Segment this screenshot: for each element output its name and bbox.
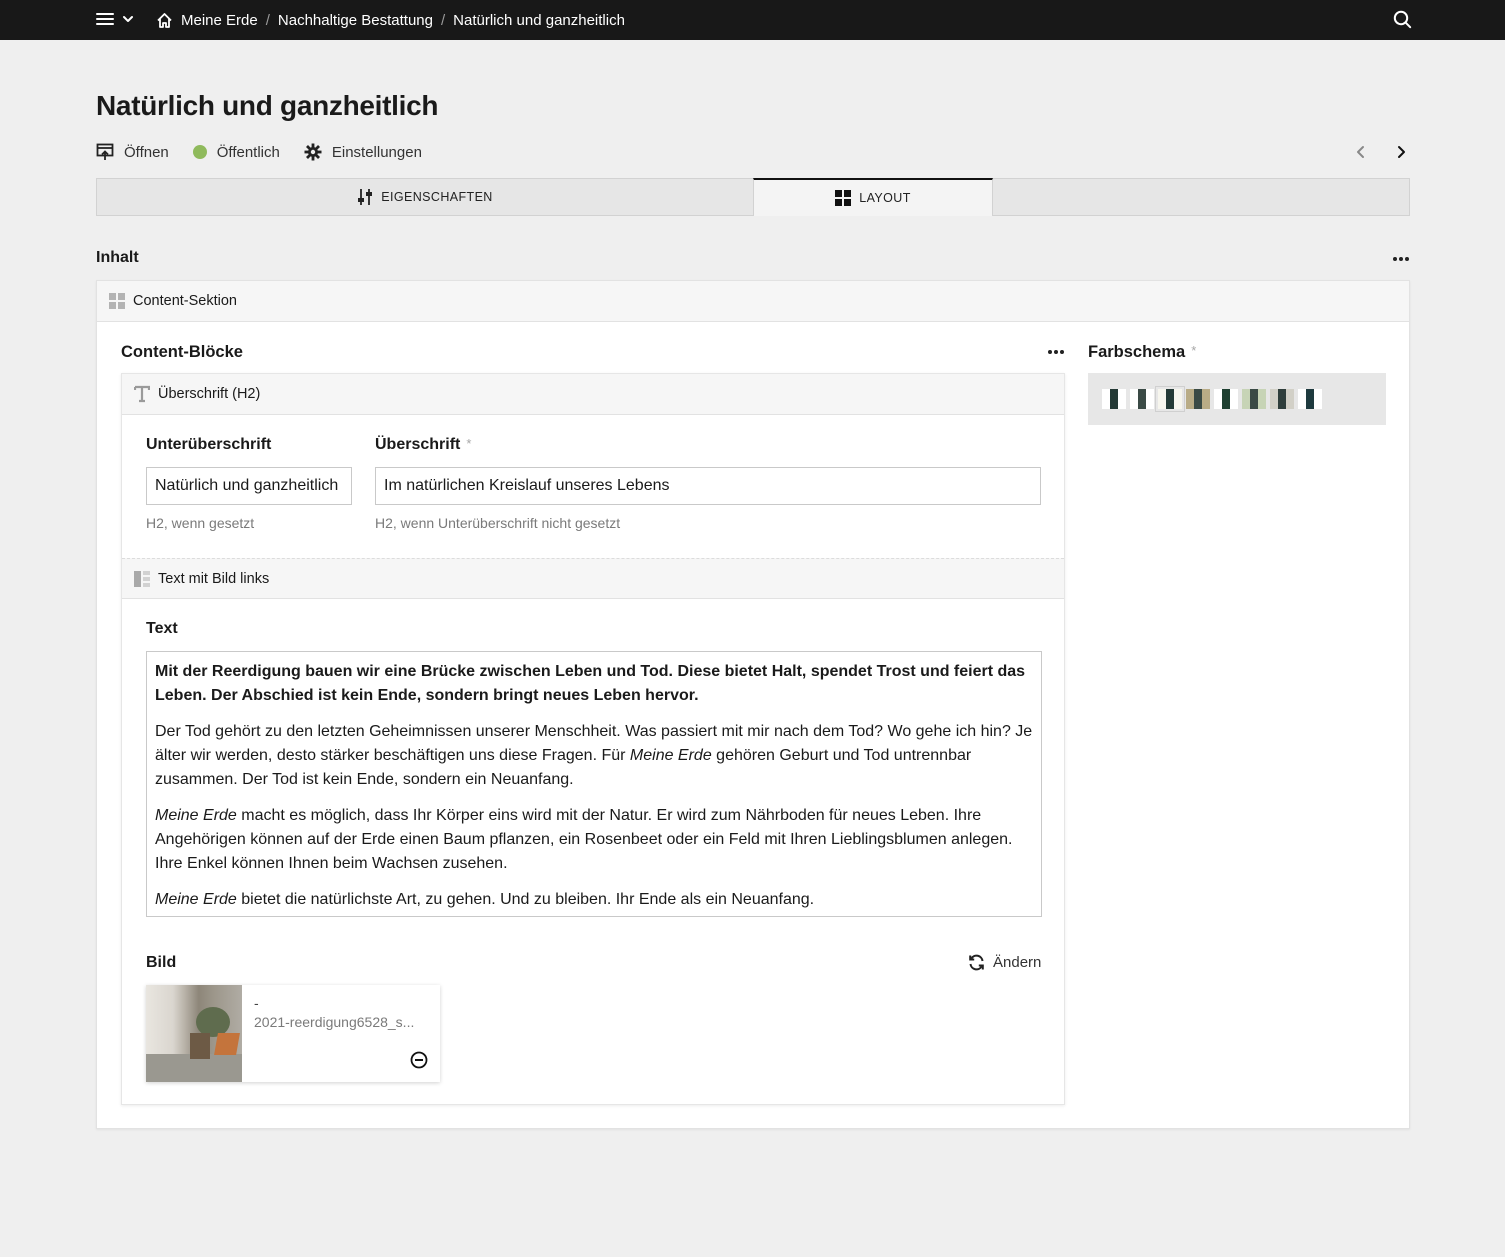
image-title: - <box>254 995 259 1011</box>
open-button[interactable]: Öffnen <box>96 143 169 161</box>
section-grid-icon <box>109 293 125 309</box>
block-type-label: Überschrift (H2) <box>158 386 261 402</box>
breadcrumb-item-parent[interactable]: Nachhaltige Bestattung <box>278 12 433 29</box>
block-type-label: Text mit Bild links <box>158 570 270 587</box>
heading-label: Überschrift <box>375 436 461 453</box>
breadcrumb-separator: / <box>265 11 270 29</box>
color-scheme-label: Farbschema <box>1088 343 1186 361</box>
content-section-header[interactable]: Content-Sektion <box>97 281 1409 322</box>
content-blocks-list: Überschrift (H2) Unterüberschrift Natürl… <box>121 373 1065 1105</box>
sliders-icon <box>358 189 373 205</box>
subheading-hint: H2, wenn gesetzt <box>146 515 255 531</box>
settings-label: Einstellungen <box>331 143 422 161</box>
heading-label-wrap: Überschrift * <box>375 436 471 454</box>
color-scheme-option[interactable] <box>1270 389 1294 409</box>
main-menu-button[interactable] <box>96 10 134 28</box>
remove-circle-icon[interactable] <box>410 1051 428 1069</box>
section-label: Inhalt <box>96 249 139 266</box>
breadcrumb-separator: / <box>441 11 446 29</box>
refresh-icon <box>969 954 984 971</box>
section-type-label: Content-Sektion <box>133 293 237 309</box>
status-dot <box>192 145 207 159</box>
emphasis-run: Meine Erde <box>629 747 712 764</box>
document-actions: Öffnen Öffentlich Einstellungen <box>96 140 446 164</box>
color-scheme-picker <box>1088 373 1386 425</box>
breadcrumb-item-current[interactable]: Natürlich und ganzheitlich <box>453 12 625 29</box>
text-type-icon <box>134 385 150 403</box>
color-scheme-option[interactable] <box>1298 389 1322 409</box>
tab-layout[interactable]: LAYOUT <box>753 178 993 216</box>
gear-icon <box>304 143 322 161</box>
chevron-down-icon <box>123 16 133 22</box>
required-mark: * <box>466 436 472 451</box>
visibility-status[interactable]: Öffentlich <box>192 143 280 161</box>
color-scheme-option[interactable] <box>1102 389 1126 409</box>
color-scheme-option[interactable] <box>1186 389 1210 409</box>
open-label: Öffnen <box>124 143 169 161</box>
chevron-left-icon[interactable] <box>1353 142 1369 162</box>
emphasis-run: Meine Erde <box>155 807 237 824</box>
hamburger-icon <box>96 13 114 25</box>
page-title: Natürlich und ganzheitlich <box>96 90 439 121</box>
rich-text-editor[interactable]: Mit der Reerdigung bauen wir eine Brücke… <box>146 651 1042 917</box>
paragraph: Meine Erde macht es möglich, dass Ihr Kö… <box>155 804 1033 876</box>
editor-tabs: EIGENSCHAFTEN LAYOUT <box>96 178 1410 216</box>
required-mark: * <box>1191 343 1197 358</box>
search-icon <box>1393 10 1412 29</box>
more-options-icon[interactable] <box>1047 345 1065 359</box>
color-scheme-option[interactable] <box>1242 389 1266 409</box>
content-blocks-title: Content-Blöcke <box>121 343 243 361</box>
breadcrumb-item-home[interactable]: Meine Erde <box>181 12 258 29</box>
heading-hint: H2, wenn Unterüberschrift nicht gesetzt <box>375 515 621 531</box>
tab-label: LAYOUT <box>859 191 911 205</box>
color-scheme-option[interactable] <box>1214 389 1238 409</box>
open-external-icon <box>96 143 114 160</box>
heading-field[interactable]: Im natürlichen Kreislauf unseres Lebens <box>375 467 1041 505</box>
grid-icon <box>835 190 852 206</box>
change-label: Ändern <box>993 954 1042 971</box>
status-label: Öffentlich <box>216 143 280 161</box>
home-icon[interactable] <box>156 12 173 29</box>
image-thumbnail <box>146 985 242 1082</box>
paragraph: Der Tod gehört zu den letzten Geheimniss… <box>155 720 1033 792</box>
image-left-layout-icon <box>134 570 150 587</box>
color-scheme-title: Farbschema * <box>1088 343 1196 362</box>
subheading-field[interactable]: Natürlich und ganzheitlich <box>146 467 352 505</box>
image-card[interactable]: - 2021-reerdigung6528_s... <box>146 985 440 1082</box>
emphasis-run: Meine Erde <box>155 891 237 908</box>
more-options-icon[interactable] <box>1392 252 1410 266</box>
subheading-label: Unterüberschrift <box>146 436 272 453</box>
content-section-panel: Content-Sektion Content-Blöcke Farbschem… <box>96 280 1410 1129</box>
paragraph: Meine Erde bietet die natürlichste Art, … <box>155 888 1033 912</box>
settings-button[interactable]: Einstellungen <box>304 143 422 161</box>
top-bar: Meine Erde / Nachhaltige Bestattung / Na… <box>0 0 1505 40</box>
text-run: bietet die natürlichste Art, zu gehen. U… <box>236 891 815 908</box>
image-filename: 2021-reerdigung6528_s... <box>254 1014 415 1030</box>
block-header-heading[interactable]: Überschrift (H2) <box>122 374 1064 415</box>
color-scheme-option[interactable] <box>1155 386 1185 412</box>
tab-properties[interactable]: EIGENSCHAFTEN <box>97 178 754 216</box>
search-button[interactable] <box>1393 10 1412 34</box>
text-label: Text <box>146 620 178 637</box>
breadcrumb: Meine Erde / Nachhaltige Bestattung / Na… <box>156 0 625 40</box>
tab-label: EIGENSCHAFTEN <box>381 190 493 204</box>
text-run: macht es möglich, dass Ihr Körper eins w… <box>155 807 1013 872</box>
chevron-right-icon[interactable] <box>1393 142 1409 162</box>
image-label: Bild <box>146 954 177 971</box>
block-header-text-image[interactable]: Text mit Bild links <box>122 558 1064 599</box>
lead-paragraph: Mit der Reerdigung bauen wir eine Brücke… <box>155 663 1026 704</box>
change-image-button[interactable]: Ändern <box>968 954 1041 971</box>
color-scheme-option[interactable] <box>1130 389 1154 409</box>
